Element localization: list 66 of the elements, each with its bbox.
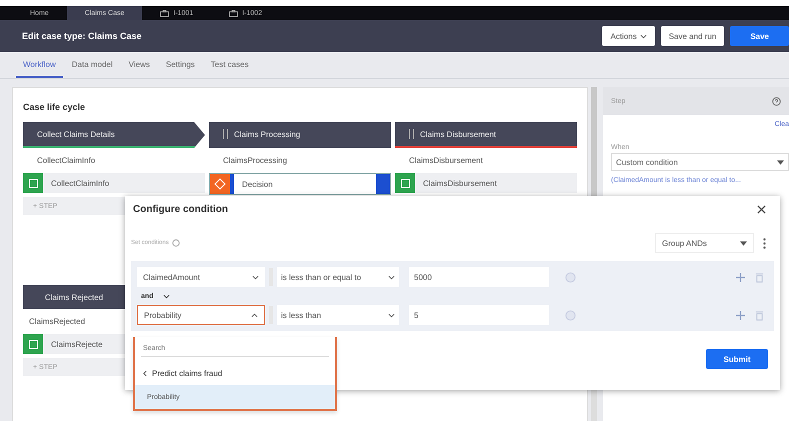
process-name[interactable]: ClaimsProcessing [209,148,391,173]
caret-icon [777,160,784,164]
assignment-icon [23,173,43,193]
caret-icon [388,274,395,280]
section-title: Case life cycle [23,102,86,112]
delete-icon[interactable] [755,310,764,320]
stage-header[interactable]: Claims Processing [209,122,391,148]
chevron-left-icon [143,370,147,376]
help-icon[interactable] [772,96,781,106]
actions-menu-button[interactable]: Actions [602,26,655,46]
caret-icon [388,312,395,318]
circle-icon[interactable] [565,272,576,282]
circle-icon[interactable] [565,310,576,320]
drag-handle-icon [409,129,414,139]
process-name[interactable]: CollectClaimInfo [23,148,205,173]
stage-header[interactable]: Collect Claims Details [23,122,205,148]
add-icon[interactable] [736,310,745,320]
field-select[interactable]: ClaimedAmount [137,267,265,287]
save-button[interactable]: Save [730,26,789,46]
stage-name: Claims Disbursement [420,130,496,138]
stage-name: Collect Claims Details [37,130,115,138]
tab[interactable]: Views [122,52,157,78]
process-name[interactable]: ClaimsDisbursement [395,148,577,173]
briefcase-icon [160,10,170,16]
decision-icon [210,174,230,194]
drag-handle-icon [223,129,228,139]
tab[interactable]: Settings [158,52,202,78]
menu-item-label: Predict claims fraud [152,368,222,378]
value-field[interactable]: 5000 [409,267,549,287]
add-icon[interactable] [736,272,745,282]
tab[interactable]: Data model [64,52,120,78]
more-icon[interactable] [763,238,766,248]
caret-icon[interactable] [163,294,170,298]
back-menu-item[interactable]: Predict claims fraud [135,361,335,385]
operator-select[interactable]: is less than [277,305,399,325]
step-label: CollectClaimInfo [51,178,110,188]
operator-select[interactable]: is less than or equal to [277,267,399,287]
group-mode-select[interactable]: Group ANDs [655,233,754,253]
assignment-icon [395,173,415,193]
caret-icon [740,240,747,246]
briefcase-icon [229,10,238,16]
caret-icon [640,34,647,38]
tab[interactable]: Test cases [204,52,256,78]
delete-icon[interactable] [755,272,764,282]
process-name[interactable]: ClaimsRejected [23,309,125,334]
field-select[interactable]: Probability [137,305,265,325]
submit-button[interactable]: Submit [706,349,768,369]
step-item[interactable]: ClaimsRejecte [23,334,125,354]
stage-header[interactable]: Claims Disbursement [395,122,577,148]
assignment-icon [23,334,43,354]
close-icon[interactable] [757,205,766,214]
step-item[interactable]: CollectClaimInfo [23,173,205,193]
info-icon [172,239,180,247]
stage-header[interactable]: Claims Rejected [23,285,125,309]
step-item[interactable]: Decision [209,173,391,195]
condition-select[interactable]: Custom condition [611,153,789,171]
caret-icon [251,312,258,318]
save-and-run-button[interactable]: Save and run [660,26,724,46]
value-field[interactable]: 5 [409,305,549,325]
page-title: Edit case type: Claims Case [22,31,142,41]
step-label: ClaimsDisbursement [423,178,497,188]
step-item[interactable]: ClaimsDisbursement [395,173,577,193]
stage-name: Claims Processing [234,130,300,138]
caret-icon [252,274,259,280]
step-label: Decision [242,180,273,188]
step-label: ClaimsRejecte [51,340,103,348]
